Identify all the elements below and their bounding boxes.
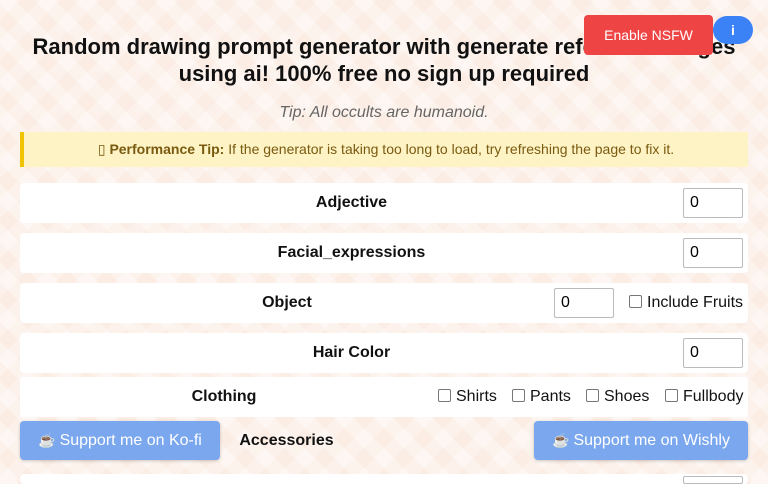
shirts-checkbox[interactable]	[438, 389, 451, 402]
shirts-label: Shirts	[456, 388, 497, 405]
accessories-label: Accessories	[239, 432, 334, 449]
performance-tip-banner: ▯ Performance Tip: If the generator is t…	[20, 132, 748, 167]
support-wishly-button[interactable]: ☕ Support me on Wishly	[534, 421, 748, 460]
hair-color-count-input[interactable]: 0	[683, 338, 743, 368]
next-row-count-input[interactable]	[683, 476, 743, 484]
shoes-checkbox[interactable]	[586, 389, 599, 402]
object-row: Object 0 Include Fruits	[20, 283, 748, 323]
support-kofi-button[interactable]: ☕ Support me on Ko-fi	[20, 421, 220, 460]
hair-color-label: Hair Color	[312, 344, 391, 361]
pants-checkbox[interactable]	[512, 389, 525, 402]
facial-expressions-count-input[interactable]: 0	[683, 238, 743, 268]
next-row	[20, 474, 748, 484]
clothing-row: Clothing Shirts Pants Shoes Fullbody	[20, 377, 748, 417]
include-fruits-label: Include Fruits	[647, 294, 744, 311]
facial-expressions-row: Facial_expressions 0	[20, 233, 748, 273]
tip-text: Tip: All occults are humanoid.	[279, 104, 489, 121]
fullbody-checkbox[interactable]	[665, 389, 678, 402]
object-count-input[interactable]: 0	[554, 288, 614, 318]
lightbulb-icon: ▯	[97, 141, 106, 157]
pants-label: Pants	[530, 388, 571, 405]
enable-nsfw-button[interactable]: Enable NSFW	[584, 15, 713, 55]
facial-expressions-label: Facial_expressions	[277, 244, 426, 261]
coffee-icon: ☕	[552, 432, 570, 448]
clothing-label: Clothing	[191, 388, 257, 405]
shoes-label: Shoes	[604, 388, 650, 405]
support-wishly-label: Support me on Wishly	[573, 432, 730, 449]
support-kofi-label: Support me on Ko-fi	[59, 432, 202, 449]
adjective-count-input[interactable]: 0	[683, 188, 743, 218]
adjective-label: Adjective	[315, 194, 388, 211]
adjective-row: Adjective 0	[20, 183, 748, 223]
info-button[interactable]: i	[713, 16, 753, 44]
coffee-icon: ☕	[38, 432, 56, 448]
performance-tip-label: Performance Tip:	[109, 141, 225, 157]
hair-color-row: Hair Color 0	[20, 333, 748, 373]
include-fruits-checkbox[interactable]	[629, 295, 642, 308]
performance-tip-text: If the generator is taking too long to l…	[228, 141, 675, 157]
object-label: Object	[262, 294, 312, 311]
fullbody-label: Fullbody	[683, 388, 744, 405]
